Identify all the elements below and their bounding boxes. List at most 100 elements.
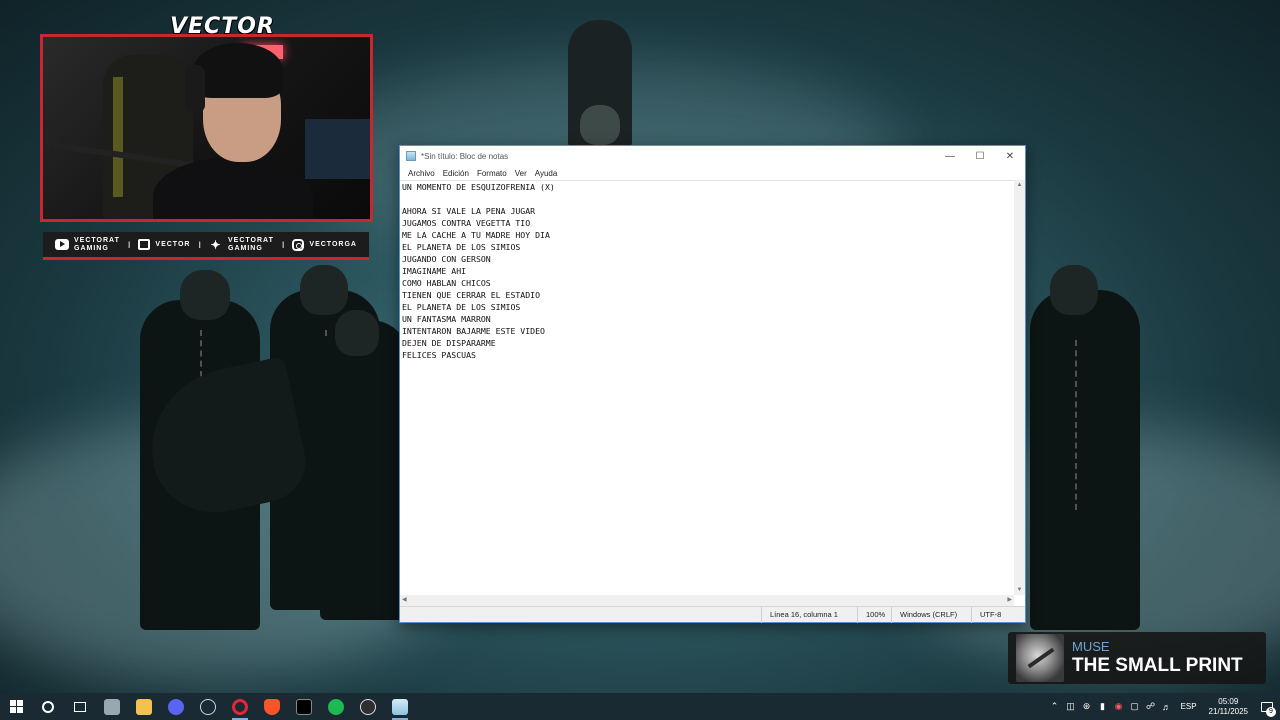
notification-count: 9: [1266, 707, 1276, 717]
start-button[interactable]: [0, 693, 32, 720]
instagram-icon: [292, 238, 305, 251]
window-titlebar[interactable]: *Sin título: Bloc de notas — ☐ ✕: [400, 146, 1025, 166]
window-title: *Sin título: Bloc de notas: [421, 151, 509, 161]
notepad-icon: [406, 151, 416, 161]
clock-time: 05:09: [1218, 696, 1239, 706]
text-line: AHORA SI VALE LA PENA JUGAR: [402, 206, 536, 216]
menu-edicion[interactable]: Edición: [439, 169, 473, 178]
text-line: TIENEN QUE CERRAR EL ESTADIO: [402, 290, 541, 300]
clock[interactable]: 05:09 21/11/2025: [1203, 697, 1254, 717]
task-view-button[interactable]: [64, 693, 96, 720]
scroll-left-icon[interactable]: ◀: [402, 595, 407, 606]
ghoul-figure: [320, 320, 410, 620]
task-view-icon: [74, 701, 86, 712]
text-line: ME LA CACHE A TU MADRE HOY DIA: [402, 230, 550, 240]
notepad-window[interactable]: *Sin título: Bloc de notas — ☐ ✕ Archivo…: [399, 145, 1026, 623]
chevron-up-icon[interactable]: ⌃: [1047, 693, 1063, 720]
ghoul-figure: [1030, 290, 1140, 630]
notification-center-button[interactable]: 9: [1254, 693, 1280, 720]
taskbar: ⌃ ◫ ⊛ ▮ ◉ ▢ ☍ ♬ ESP 05:09 21/11/2025 9: [0, 693, 1280, 720]
opera-icon: [232, 698, 248, 715]
webcam-feed: [40, 34, 373, 222]
taskbar-app[interactable]: [352, 693, 384, 720]
taskbar-app[interactable]: [192, 693, 224, 720]
text-line: JUGANDO CON GERSON: [402, 254, 491, 264]
text-line: UN FANTASMA MARRON: [402, 314, 491, 324]
menu-bar: Archivo Edición Formato Ver Ayuda: [400, 166, 1025, 180]
separator: I: [198, 239, 201, 250]
track-name: THE SMALL PRINT: [1072, 655, 1243, 676]
now-playing-widget: MUSE THE SMALL PRINT: [1008, 632, 1266, 684]
language-indicator[interactable]: ESP: [1175, 702, 1203, 711]
game-icon: [296, 698, 312, 715]
device-icon[interactable]: ◫: [1063, 693, 1079, 720]
horizontal-scrollbar[interactable]: ◀ ▶: [400, 595, 1014, 606]
volume-icon[interactable]: ♬: [1159, 693, 1175, 720]
twitter-icon: ✦: [210, 237, 222, 252]
cursor-position: Línea 16, columna 1: [761, 606, 857, 623]
close-button[interactable]: ✕: [995, 146, 1025, 166]
scroll-up-icon[interactable]: ▲: [1014, 182, 1025, 188]
text-line: UN MOMENTO DE ESQUIZOFRENIA (X): [402, 182, 555, 192]
status-bar: Línea 16, columna 1 100% Windows (CRLF) …: [400, 606, 1025, 623]
file-manager-icon: [104, 698, 120, 715]
text-line: INTENTARON BAJARME ESTE VIDEO: [402, 326, 545, 336]
spotify-icon: [328, 698, 344, 715]
separator: I: [281, 239, 285, 250]
menu-ver[interactable]: Ver: [511, 169, 531, 178]
taskbar-app[interactable]: [384, 693, 416, 720]
text-line: EL PLANETA DE LOS SIMIOS: [402, 302, 521, 312]
network-icon[interactable]: ☍: [1143, 693, 1159, 720]
social-links-bar: VECTORAT GAMING I VECTOR I ✦ VECTORAT GAMI…: [43, 232, 369, 260]
maximize-button[interactable]: ☐: [965, 146, 995, 166]
social-twitter: ✦ VECTORAT GAMING: [210, 236, 274, 252]
text-editor[interactable]: UN MOMENTO DE ESQUIZOFRENIA (X) AHORA SI…: [400, 180, 1014, 595]
taskbar-app[interactable]: [96, 693, 128, 720]
display-icon[interactable]: ▢: [1127, 693, 1143, 720]
text-line: [402, 193, 1012, 205]
clock-date: 21/11/2025: [1208, 706, 1248, 716]
scroll-right-icon[interactable]: ▶: [1007, 595, 1012, 606]
taskbar-app[interactable]: [256, 693, 288, 720]
search-icon: [42, 700, 54, 713]
artist-name: MUSE: [1072, 639, 1110, 654]
start-icon: [9, 700, 23, 713]
taskbar-app[interactable]: [128, 693, 160, 720]
text-line: DEJEN DE DISPARARME: [402, 338, 496, 348]
discord-icon: [168, 698, 184, 715]
text-line: JUGAMOS CONTRA VEGETTA TIO: [402, 218, 531, 228]
zoom-level: 100%: [857, 606, 891, 623]
menu-ayuda[interactable]: Ayuda: [531, 169, 562, 178]
system-tray: ⌃ ◫ ⊛ ▮ ◉ ▢ ☍ ♬ ESP 05:09 21/11/2025 9: [1047, 693, 1280, 720]
brave-icon: [264, 698, 280, 715]
microphone-icon[interactable]: ▮: [1095, 693, 1111, 720]
twitch-icon: [138, 239, 151, 250]
text-line: COMO HABLAN CHICOS: [402, 278, 491, 288]
encoding: UTF-8: [971, 606, 1025, 623]
social-instagram: VECTORGA: [292, 238, 357, 251]
scroll-down-icon[interactable]: ▼: [1014, 587, 1025, 593]
album-cover: [1016, 634, 1064, 682]
search-button[interactable]: [32, 693, 64, 720]
text-line: IMAGINAME AHI: [402, 266, 467, 276]
minimize-button[interactable]: —: [935, 146, 965, 166]
taskbar-app[interactable]: [160, 693, 192, 720]
notepad-icon: [392, 698, 408, 715]
social-twitch: VECTOR: [138, 239, 190, 250]
taskbar-app[interactable]: [288, 693, 320, 720]
line-ending: Windows (CRLF): [891, 606, 971, 623]
menu-formato[interactable]: Formato: [473, 169, 511, 178]
youtube-icon: [55, 239, 69, 250]
taskbar-app[interactable]: [320, 693, 352, 720]
separator: I: [127, 239, 131, 250]
obs-icon: [360, 698, 376, 715]
text-line: EL PLANETA DE LOS SIMIOS: [402, 242, 521, 252]
folder-icon: [136, 698, 152, 715]
steam-icon: [200, 698, 216, 715]
vertical-scrollbar[interactable]: ▲ ▼: [1014, 180, 1025, 595]
bluetooth-icon[interactable]: ⊛: [1079, 693, 1095, 720]
menu-archivo[interactable]: Archivo: [404, 169, 439, 178]
taskbar-app[interactable]: [224, 693, 256, 720]
social-youtube: VECTORAT GAMING: [55, 237, 120, 253]
recording-icon[interactable]: ◉: [1111, 693, 1127, 720]
